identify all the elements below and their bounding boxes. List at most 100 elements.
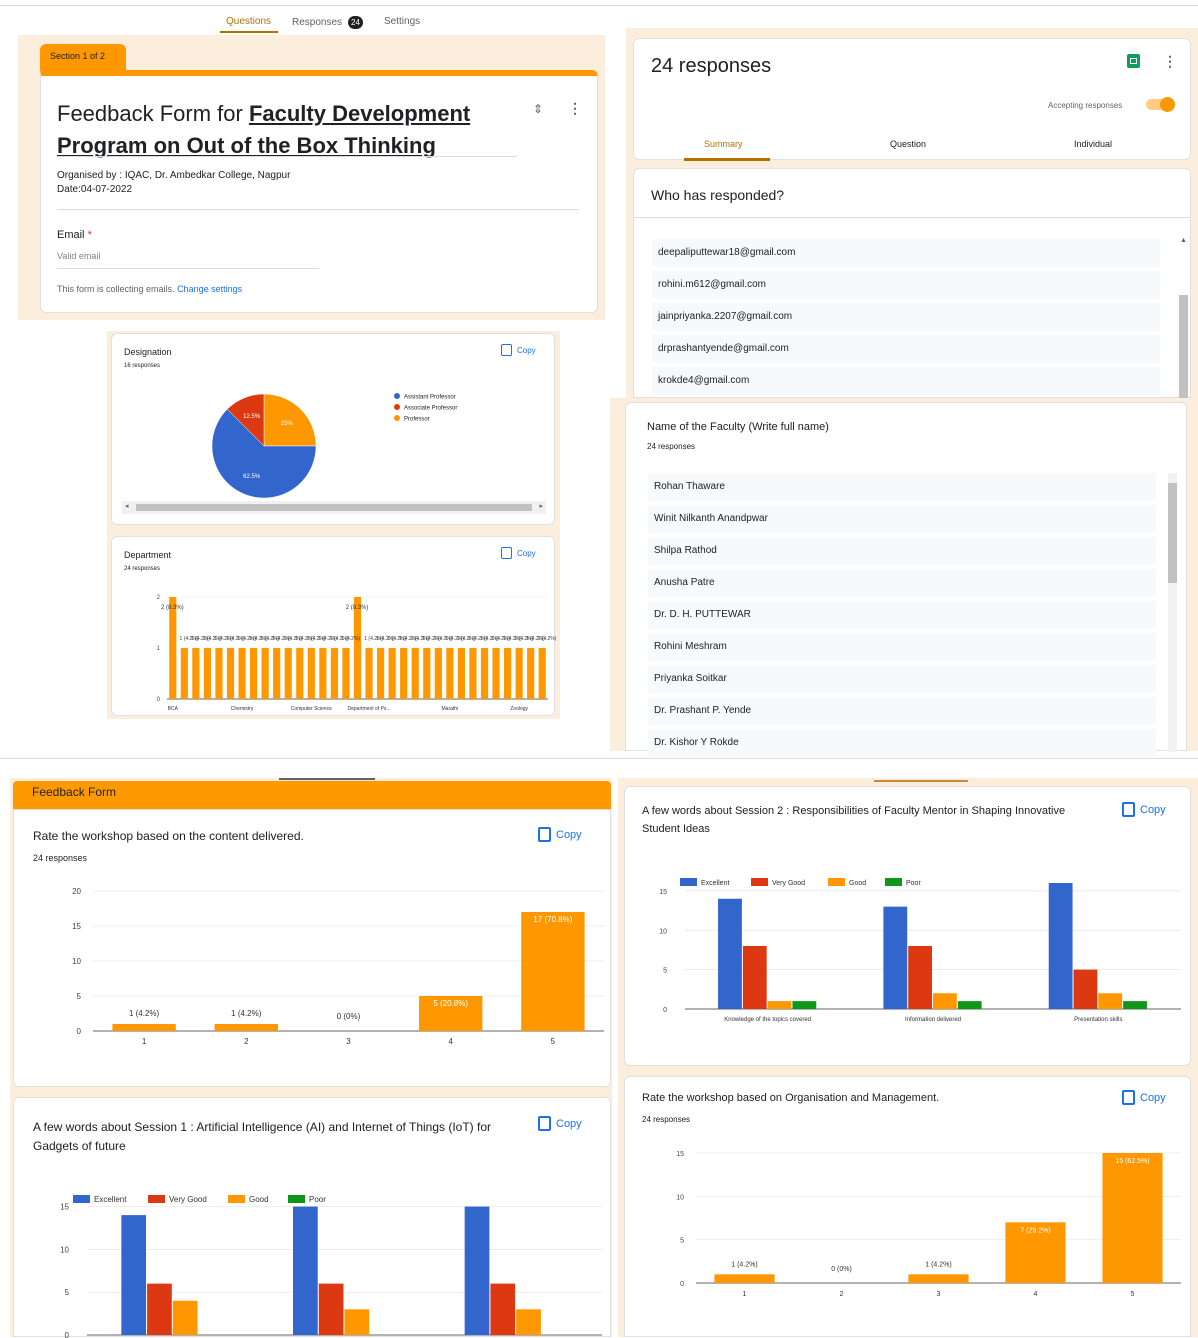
data-label: 2 (8.3%) bbox=[346, 605, 369, 611]
legend-marker bbox=[751, 878, 768, 886]
tab-individual[interactable]: Individual bbox=[1074, 139, 1112, 149]
data-label: 15 (62.5%) bbox=[1115, 1158, 1149, 1165]
y-tick-label: 15 bbox=[72, 922, 81, 931]
tab-settings-label: Settings bbox=[384, 16, 421, 27]
legend-marker bbox=[228, 1195, 245, 1203]
list-item: Rohini Meshram bbox=[648, 633, 1156, 661]
bar bbox=[446, 648, 454, 699]
tab-active-underline bbox=[220, 31, 278, 33]
data-label: 1 (4.2%) bbox=[731, 1261, 757, 1268]
tab-summary[interactable]: Summary bbox=[704, 139, 743, 149]
scrollbar-track[interactable] bbox=[1168, 473, 1177, 752]
x-tick-label: 2 bbox=[840, 1291, 844, 1298]
horizontal-scrollbar[interactable]: ◂ ▸ bbox=[122, 501, 546, 514]
bar bbox=[490, 1283, 516, 1335]
x-tick-label: Computer Science bbox=[291, 706, 332, 712]
y-tick-label: 15 bbox=[676, 1151, 684, 1158]
list-item: Rohan Thaware bbox=[648, 473, 1156, 501]
list-item: Dr. Kishor Y Rokde bbox=[648, 729, 1156, 757]
legend-label: Assistant Professor bbox=[404, 395, 456, 401]
bar bbox=[296, 648, 304, 699]
content-rating-card: Rate the workshop based on the content d… bbox=[13, 809, 611, 1087]
bar bbox=[180, 648, 188, 699]
tab-question[interactable]: Question bbox=[890, 139, 926, 149]
legend-marker bbox=[828, 878, 845, 886]
data-label: 1 (4.2%) bbox=[341, 636, 360, 642]
tab-responses[interactable]: Responses 24 bbox=[292, 16, 363, 29]
legend-marker bbox=[394, 404, 400, 410]
responses-summary-card: 24 responses ⋮ Accepting responses Summa… bbox=[633, 38, 1191, 161]
session2-bar-chart: 0 5 10 15 Knowledge of the topics covered Inf… bbox=[659, 878, 1181, 1023]
legend-label: Associate Professor bbox=[404, 406, 457, 412]
bar bbox=[342, 648, 350, 699]
top-divider bbox=[0, 5, 1198, 6]
who-responded-card: Who has responded? deepaliputtewar18@gma… bbox=[633, 168, 1191, 399]
legend-label: Excellent bbox=[701, 880, 729, 887]
x-tick-label: 3 bbox=[937, 1291, 941, 1298]
bar bbox=[318, 1283, 344, 1335]
y-tick-label: 10 bbox=[60, 1245, 69, 1254]
bar bbox=[250, 648, 258, 699]
bar bbox=[492, 648, 500, 699]
bar bbox=[293, 1206, 318, 1335]
department-card: Department 24 responses Copy 0122 (8.3%)… bbox=[111, 536, 556, 716]
collapse-icon[interactable]: ⇕ bbox=[533, 102, 543, 116]
scrollbar-thumb[interactable] bbox=[136, 504, 532, 511]
sheets-icon[interactable] bbox=[1127, 54, 1140, 68]
form-title[interactable]: Feedback Form for Faculty Development Pr… bbox=[57, 98, 517, 162]
list-item: Dr. D. H. PUTTEWAR bbox=[648, 601, 1156, 629]
legend-label: Good bbox=[849, 880, 866, 887]
email-field[interactable]: Valid email bbox=[57, 251, 319, 269]
bar bbox=[957, 1001, 982, 1009]
x-tick-label: Knowledge of the topics covered bbox=[724, 1017, 811, 1023]
bar bbox=[767, 1001, 792, 1009]
scroll-up-icon[interactable]: ▲ bbox=[1180, 237, 1187, 244]
y-tick-label: 5 bbox=[77, 992, 82, 1001]
change-settings-link[interactable]: Change settings bbox=[177, 284, 242, 294]
collecting-note-text: This form is collecting emails. bbox=[57, 284, 175, 294]
summary-tab-underline bbox=[684, 158, 770, 161]
bar bbox=[169, 597, 177, 699]
accepting-label: Accepting responses bbox=[1048, 101, 1123, 110]
scrollbar-thumb[interactable] bbox=[1179, 295, 1188, 399]
organisation-bar-chart: 0 5 10 15 1 (4.2%) 1 0 (0%) 2 1 (4.2%) 3 7 (29.2%)… bbox=[676, 1151, 1181, 1298]
scroll-left-icon[interactable]: ◂ bbox=[125, 502, 129, 510]
x-tick-label: 5 bbox=[551, 1037, 556, 1046]
legend-marker bbox=[394, 393, 400, 399]
more-vert-icon[interactable]: ⋮ bbox=[1163, 53, 1177, 70]
list-item: deepaliputtewar18@gmail.com bbox=[652, 239, 1160, 267]
drag-handle bbox=[279, 778, 375, 780]
more-vert-icon[interactable]: ⋮ bbox=[568, 100, 582, 117]
pie-slice bbox=[263, 393, 317, 447]
x-tick-label: 3 bbox=[346, 1037, 351, 1046]
bar bbox=[147, 1283, 172, 1335]
faculty-card: Name of the Faculty (Write full name) 24… bbox=[625, 402, 1187, 757]
bar bbox=[434, 648, 442, 699]
feedback-header-text: Feedback Form bbox=[32, 785, 117, 799]
bar bbox=[226, 648, 235, 699]
accepting-toggle[interactable] bbox=[1146, 97, 1175, 112]
bar bbox=[423, 648, 431, 699]
data-label: 0 (0%) bbox=[831, 1266, 852, 1273]
faculty-response-count: 24 responses bbox=[647, 442, 696, 451]
y-tick-label: 5 bbox=[663, 968, 667, 975]
organisation-card: Rate the workshop based on Organisation … bbox=[624, 1076, 1191, 1337]
tab-questions[interactable]: Questions bbox=[226, 16, 271, 27]
tab-settings[interactable]: Settings bbox=[384, 16, 420, 27]
scroll-right-icon[interactable]: ▸ bbox=[539, 502, 543, 510]
y-tick-label: 5 bbox=[65, 1288, 70, 1297]
bar bbox=[215, 648, 223, 699]
session1-card: A few words about Session 1 : Artificial… bbox=[13, 1097, 611, 1338]
faculty-question-title: Name of the Faculty (Write full name) bbox=[647, 421, 829, 433]
list-item: Winit Nilkanth Anandpwar bbox=[648, 505, 1156, 533]
data-label: 1 (4.2%) bbox=[231, 1009, 262, 1018]
title-underline bbox=[57, 156, 517, 157]
bar bbox=[330, 648, 338, 699]
bar bbox=[388, 648, 396, 699]
bar bbox=[192, 648, 200, 699]
bar bbox=[527, 648, 535, 699]
tab-questions-label: Questions bbox=[226, 16, 272, 27]
scrollbar-thumb[interactable] bbox=[1168, 483, 1177, 583]
divider bbox=[57, 209, 579, 210]
x-tick-label: 2 bbox=[244, 1037, 249, 1046]
